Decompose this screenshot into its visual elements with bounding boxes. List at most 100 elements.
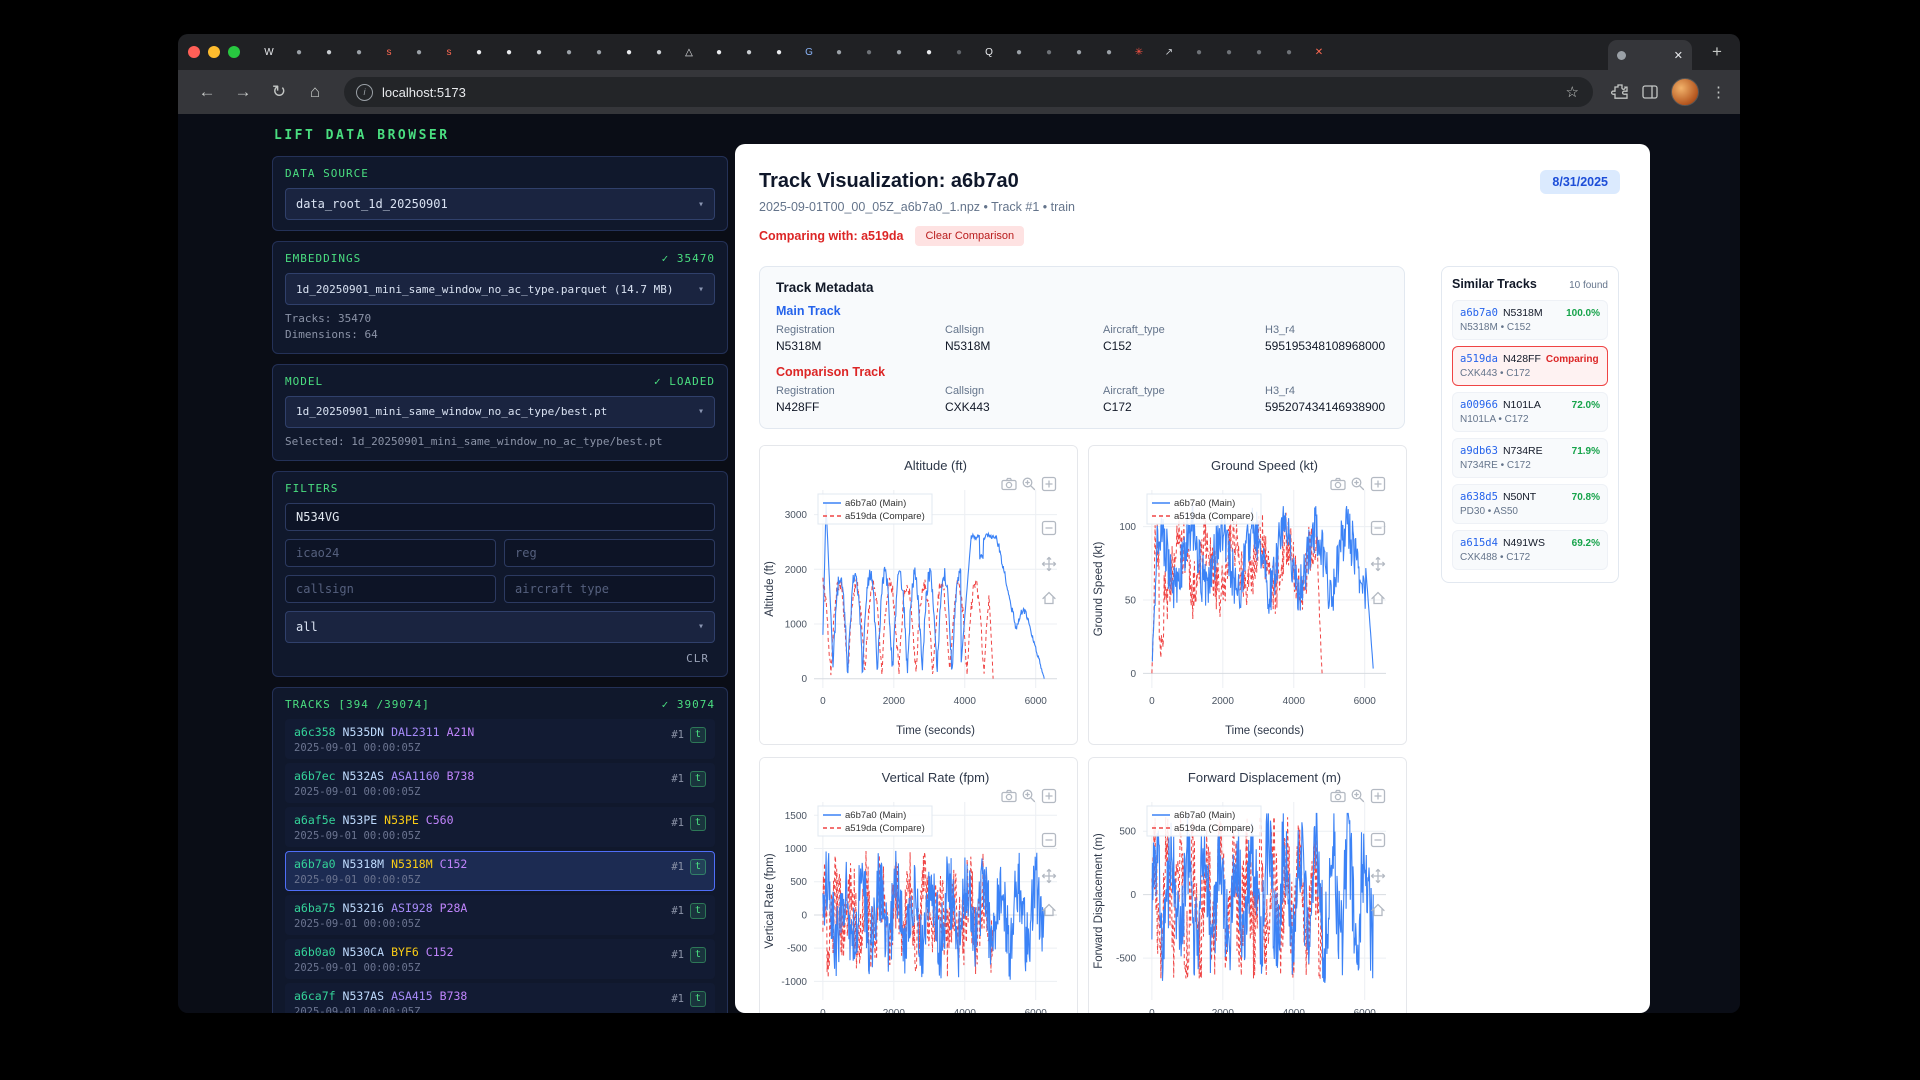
track-row[interactable]: a6ba75 N53216 ASI928 P28A 2025-09-01 00:…: [285, 895, 715, 935]
bookmark-star-icon[interactable]: ☆: [1566, 83, 1587, 101]
new-tab-button[interactable]: +: [1704, 42, 1730, 62]
filters-panel: FILTERS all ▾ CLR: [272, 471, 728, 677]
browser-menu-icon[interactable]: ⋮: [1711, 83, 1726, 101]
pinned-tab[interactable]: ●: [1064, 37, 1094, 67]
similar-track-item[interactable]: a638d5 N50NT 70.8% PD30 • AS50: [1452, 484, 1608, 524]
clear-filters-button[interactable]: CLR: [680, 651, 715, 666]
pinned-tab[interactable]: ↗: [1154, 37, 1184, 67]
pinned-tab[interactable]: ●: [404, 37, 434, 67]
pinned-tab[interactable]: ●: [914, 37, 944, 67]
side-panel-icon[interactable]: [1641, 83, 1659, 101]
pinned-tab[interactable]: ●: [1094, 37, 1124, 67]
pinned-tab[interactable]: G: [794, 37, 824, 67]
pinned-tab[interactable]: ●: [464, 37, 494, 67]
active-tab[interactable]: ✕: [1608, 40, 1692, 70]
tab-favicon-icon: ●: [926, 47, 932, 58]
pinned-tab[interactable]: s: [374, 37, 404, 67]
pinned-tab[interactable]: ●: [1214, 37, 1244, 67]
embeddings-select[interactable]: 1d_20250901_mini_same_window_no_ac_type.…: [285, 273, 715, 305]
home-icon[interactable]: ⌂: [300, 77, 330, 107]
track-row[interactable]: a6b7ec N532AS ASA1160 B738 2025-09-01 00…: [285, 763, 715, 803]
forward-icon[interactable]: →: [228, 77, 258, 107]
legend[interactable]: a6b7a0 (Main)a519da (Compare): [818, 494, 932, 524]
pinned-tab[interactable]: s: [434, 37, 464, 67]
pinned-tab[interactable]: ●: [494, 37, 524, 67]
metadata-field-value: N5318M: [945, 339, 1099, 353]
pinned-tab[interactable]: ●: [614, 37, 644, 67]
pinned-tab[interactable]: ●: [824, 37, 854, 67]
pinned-tab[interactable]: ✳: [1124, 37, 1154, 67]
profile-avatar[interactable]: [1671, 78, 1699, 106]
data-source-select[interactable]: data_root_1d_20250901 ▾: [285, 188, 715, 220]
main-track-grid: Registration N5318M Callsign N5318M: [776, 324, 1388, 353]
pinned-tab[interactable]: ●: [1184, 37, 1214, 67]
pinned-tab[interactable]: ✕: [1304, 37, 1334, 67]
tab-favicon-icon: ●: [326, 47, 332, 58]
track-row[interactable]: a6b7a0 N5318M N5318M C152 2025-09-01 00:…: [285, 851, 715, 891]
similar-track-item[interactable]: a615d4 N491WS 69.2% CXK488 • C172: [1452, 530, 1608, 570]
filter-category-select[interactable]: all ▾: [285, 611, 715, 643]
similar-track-item[interactable]: a9db63 N734RE 71.9% N734RE • C172: [1452, 438, 1608, 478]
model-panel: MODEL ✓ LOADED 1d_20250901_mini_same_win…: [272, 364, 728, 461]
clear-comparison-button[interactable]: Clear Comparison: [915, 226, 1024, 246]
filter-reg-input[interactable]: [504, 539, 715, 567]
model-select[interactable]: 1d_20250901_mini_same_window_no_ac_type/…: [285, 396, 715, 428]
pinned-tab[interactable]: Q: [974, 37, 1004, 67]
track-row[interactable]: a6af5e N53PE N53PE C560 2025-09-01 00:00…: [285, 807, 715, 847]
pinned-tab[interactable]: △: [674, 37, 704, 67]
site-info-icon[interactable]: i: [356, 84, 373, 101]
legend[interactable]: a6b7a0 (Main)a519da (Compare): [818, 806, 932, 836]
back-icon[interactable]: ←: [192, 77, 222, 107]
similar-track-item[interactable]: a00966 N101LA 72.0% N101LA • C172: [1452, 392, 1608, 432]
pinned-tab[interactable]: ●: [734, 37, 764, 67]
track-aircraft-type: B738: [440, 989, 468, 1003]
pinned-tab[interactable]: ●: [884, 37, 914, 67]
filter-search-input[interactable]: [285, 503, 715, 531]
close-window-icon[interactable]: [188, 46, 200, 58]
similar-tracks-count: 10 found: [1569, 280, 1608, 291]
similar-track-item[interactable]: a6b7a0 N5318M 100.0% N5318M • C152: [1452, 300, 1608, 340]
pinned-tab[interactable]: ●: [554, 37, 584, 67]
url-bar[interactable]: i localhost:5173 ☆: [344, 77, 1593, 107]
track-row[interactable]: a6b0a0 N530CA BYF6 C152 2025-09-01 00:00…: [285, 939, 715, 979]
chart-title: Vertical Rate (fpm): [882, 770, 990, 785]
legend[interactable]: a6b7a0 (Main)a519da (Compare): [1147, 494, 1261, 524]
track-row[interactable]: a6ca7f N537AS ASA415 B738 2025-09-01 00:…: [285, 983, 715, 1013]
similar-track-id[interactable]: a638d5: [1460, 491, 1498, 503]
minimize-window-icon[interactable]: [208, 46, 220, 58]
filter-aircraft-type-input[interactable]: [504, 575, 715, 603]
reload-icon[interactable]: ↻: [264, 77, 294, 107]
pinned-tab[interactable]: ●: [284, 37, 314, 67]
pinned-tab[interactable]: ●: [854, 37, 884, 67]
maximize-window-icon[interactable]: [228, 46, 240, 58]
pinned-tab[interactable]: W: [254, 37, 284, 67]
pinned-tab[interactable]: ●: [644, 37, 674, 67]
pinned-tab[interactable]: ●: [764, 37, 794, 67]
window-controls[interactable]: [188, 46, 240, 58]
filter-callsign-input[interactable]: [285, 575, 496, 603]
url-text[interactable]: localhost:5173: [382, 85, 1557, 100]
legend[interactable]: a6b7a0 (Main)a519da (Compare): [1147, 806, 1261, 836]
pinned-tab[interactable]: ●: [314, 37, 344, 67]
similar-track-id[interactable]: a615d4: [1460, 537, 1498, 549]
svg-text:4000: 4000: [954, 1008, 977, 1013]
tab-favicon-icon: ●: [896, 47, 902, 58]
pinned-tab[interactable]: ●: [1004, 37, 1034, 67]
pinned-tab[interactable]: ●: [1244, 37, 1274, 67]
similar-track-id[interactable]: a9db63: [1460, 445, 1498, 457]
pinned-tab[interactable]: ●: [584, 37, 614, 67]
pinned-tab[interactable]: ●: [1034, 37, 1064, 67]
pinned-tab[interactable]: ●: [344, 37, 374, 67]
pinned-tab[interactable]: ●: [944, 37, 974, 67]
similar-track-id[interactable]: a6b7a0: [1460, 307, 1498, 319]
pinned-tab[interactable]: ●: [704, 37, 734, 67]
close-tab-icon[interactable]: ✕: [1674, 49, 1683, 62]
similar-track-id[interactable]: a00966: [1460, 399, 1498, 411]
similar-track-item[interactable]: a519da N428FF Comparing 7 CXK443 • C172: [1452, 346, 1608, 386]
filter-icao24-input[interactable]: [285, 539, 496, 567]
similar-track-id[interactable]: a519da: [1460, 353, 1498, 365]
pinned-tab[interactable]: ●: [1274, 37, 1304, 67]
track-row[interactable]: a6c358 N535DN DAL2311 A21N 2025-09-01 00…: [285, 719, 715, 759]
extensions-icon[interactable]: [1611, 83, 1629, 101]
pinned-tab[interactable]: ●: [524, 37, 554, 67]
